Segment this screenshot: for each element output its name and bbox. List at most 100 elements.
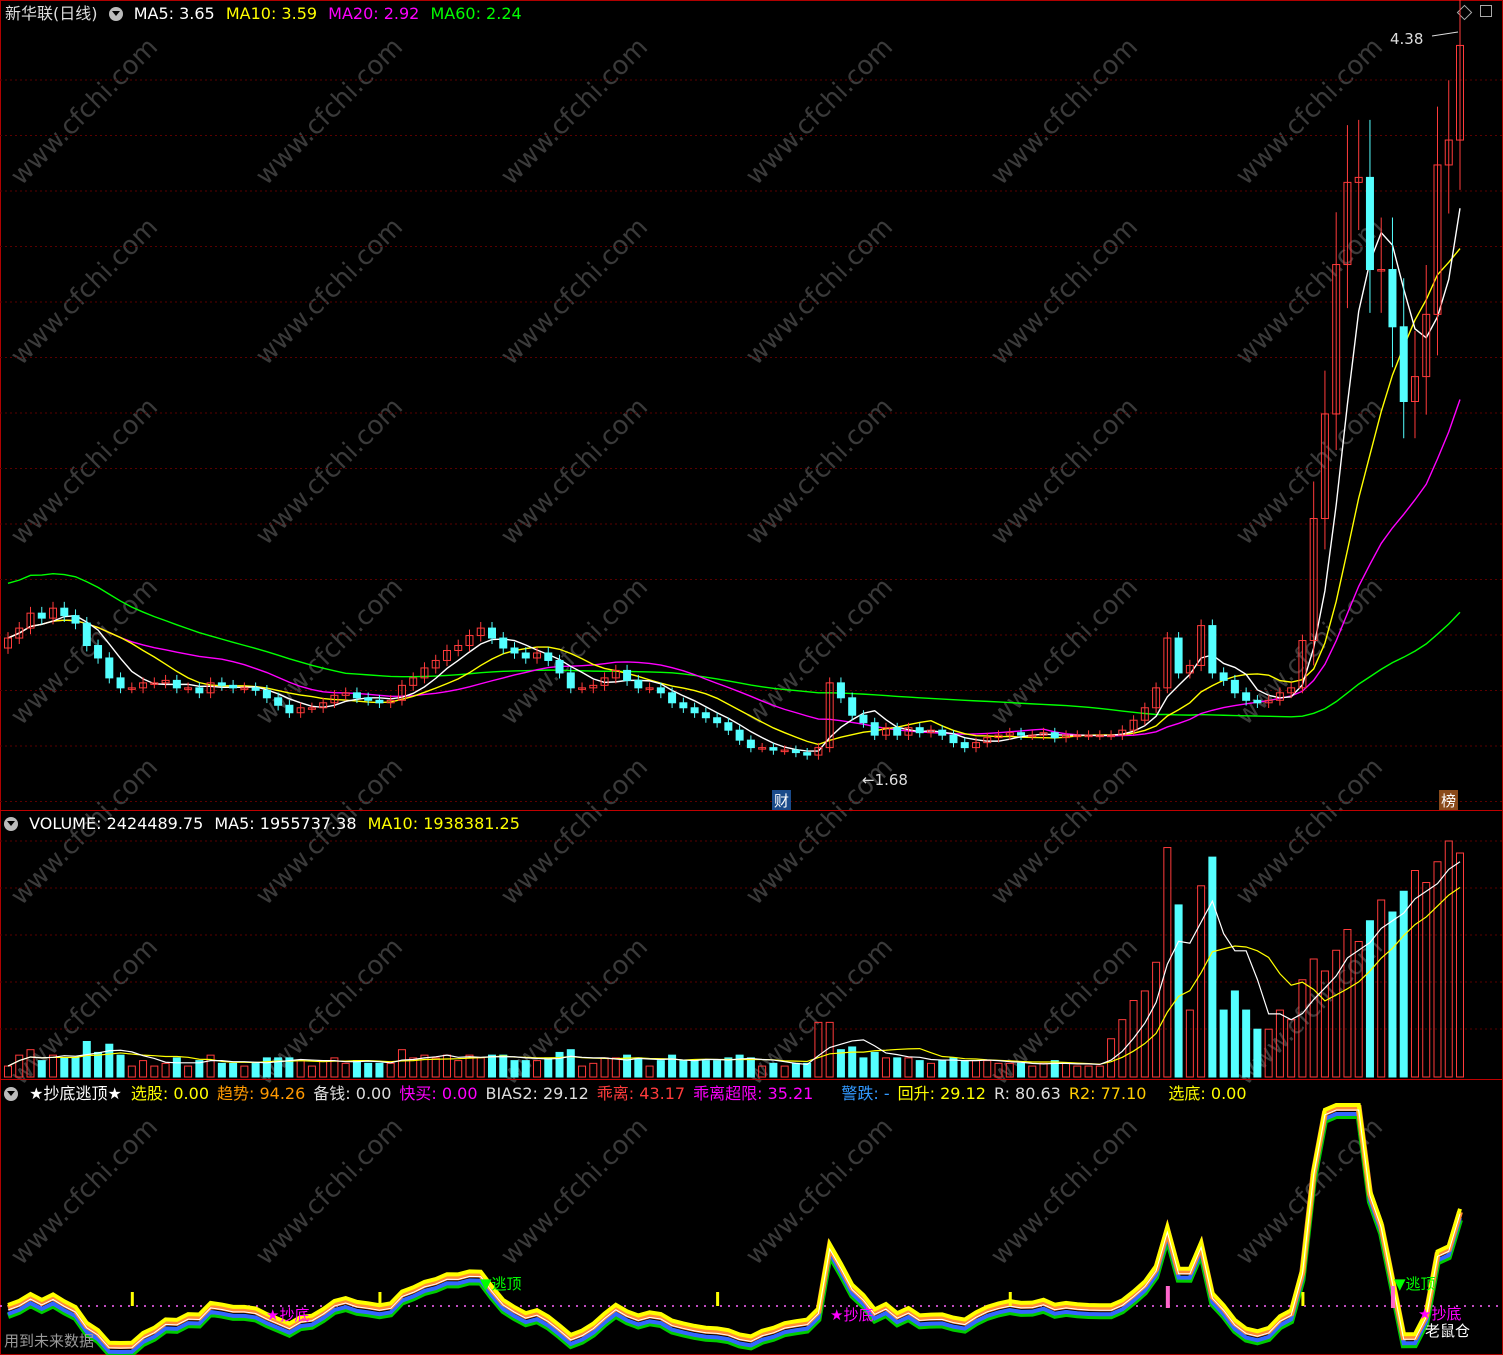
candle-body xyxy=(71,615,80,624)
volume-chart[interactable] xyxy=(0,811,1503,1079)
volume-bar xyxy=(656,1060,665,1078)
signal-bar xyxy=(1301,1292,1305,1306)
volume-bar xyxy=(397,1049,406,1078)
volume-bar xyxy=(26,1049,35,1078)
volume-bar xyxy=(713,1060,722,1078)
candle-body xyxy=(82,622,91,647)
volume-bar xyxy=(172,1057,181,1078)
candle-body xyxy=(893,727,902,736)
volume-bar xyxy=(150,1065,159,1078)
volume-bar xyxy=(94,1051,103,1078)
volume-bar xyxy=(1185,1009,1194,1078)
indicator-values: 选股: 0.00 趋势: 94.26 备钱: 0.00 快买: 0.00 BIAS2: … xyxy=(131,1084,1255,1103)
candle-body xyxy=(836,682,845,699)
volume-bar xyxy=(1242,1009,1251,1078)
indicator-chart[interactable] xyxy=(0,1080,1503,1355)
candle-body xyxy=(60,607,69,617)
volume-bar xyxy=(476,1057,485,1078)
volume-bar xyxy=(859,1057,868,1078)
volume-bar xyxy=(184,1065,193,1078)
candle-body xyxy=(566,672,575,689)
volume-bar xyxy=(600,1057,609,1078)
volume-bar xyxy=(724,1057,733,1078)
volume-bar xyxy=(645,1065,654,1078)
finance-marker[interactable]: 财 xyxy=(772,790,792,811)
volume-bar xyxy=(1230,990,1239,1078)
escape-top-label: ▼逃顶 xyxy=(480,1275,522,1293)
indicator-item: R2: 77.10 xyxy=(1068,1084,1147,1103)
volume-header: VOLUME: 2424489.75 MA5: 1955737.38 MA10:… xyxy=(4,813,526,835)
candle-body xyxy=(1219,672,1228,681)
candle-body xyxy=(195,687,204,694)
indicator-item: 乖离超限: 35.21 xyxy=(693,1084,814,1103)
volume-bar xyxy=(746,1057,755,1078)
volume-bar xyxy=(611,1057,620,1078)
volume-bar xyxy=(127,1065,136,1078)
candle-body xyxy=(172,679,181,689)
candle-body xyxy=(499,637,508,649)
indicator-header: ★抄底逃顶★ 选股: 0.00 趋势: 94.26 备钱: 0.00 快买: 0.00… xyxy=(4,1083,1261,1105)
volume-bar xyxy=(994,1062,1003,1078)
candle-body xyxy=(1208,625,1217,674)
volume-bar xyxy=(679,1060,688,1078)
indicator-item: 回升: 29.12 xyxy=(897,1084,986,1103)
candle-body xyxy=(1174,637,1183,674)
volume-bar xyxy=(1343,929,1352,1078)
indicator-item: BIAS2: 29.12 xyxy=(485,1084,589,1103)
ma5-line xyxy=(7,208,1461,752)
candle-body xyxy=(217,682,226,686)
candle-body xyxy=(949,734,958,744)
volume-bar xyxy=(319,1060,328,1078)
candle-body xyxy=(105,657,114,679)
candle-body xyxy=(701,712,710,719)
indicator-title: ★抄底逃顶★ xyxy=(29,1084,122,1103)
candle-body xyxy=(285,704,294,714)
brand-label: 老鼠仓 xyxy=(1425,1322,1471,1340)
candle-body xyxy=(116,677,125,689)
candle-body xyxy=(1050,732,1059,739)
volume-bar xyxy=(71,1057,80,1078)
volume-bar xyxy=(37,1060,46,1078)
ma10-line xyxy=(7,248,1461,746)
volume-bar xyxy=(488,1054,496,1078)
indicator-item: 备钱: 0.00 xyxy=(313,1084,392,1103)
volume-bar xyxy=(1264,1028,1273,1078)
candle-body xyxy=(510,647,519,654)
candle-body xyxy=(769,747,778,751)
candle-body xyxy=(870,722,879,736)
candle-body xyxy=(262,689,271,699)
volume-bar xyxy=(533,1060,542,1078)
volume-bar xyxy=(690,1060,699,1078)
ranking-marker[interactable]: 榜 xyxy=(1439,790,1459,811)
candle-body xyxy=(94,645,103,659)
candle-body xyxy=(656,687,665,694)
trend-line xyxy=(7,1109,1461,1349)
volume-bar xyxy=(836,1049,845,1078)
volume-bar xyxy=(352,1060,361,1078)
candle-body xyxy=(364,697,373,701)
candle-body xyxy=(352,692,361,699)
candle-body xyxy=(746,739,755,749)
collapse-icon[interactable] xyxy=(4,1087,18,1101)
volume-bar xyxy=(589,1062,598,1078)
candle-body xyxy=(37,612,46,619)
candle-body xyxy=(1230,679,1239,694)
volume-bar xyxy=(296,1060,305,1078)
volume-bar xyxy=(926,1062,935,1078)
volume-bar xyxy=(1039,1062,1048,1078)
candle-body xyxy=(274,697,283,706)
price-chart[interactable] xyxy=(0,0,1503,810)
collapse-icon[interactable] xyxy=(4,817,18,831)
volume-bar xyxy=(1422,882,1431,1078)
low-price-label: ←1.68 xyxy=(862,771,908,789)
volume-bar xyxy=(510,1060,519,1078)
volume-bar xyxy=(881,1057,890,1078)
volume-bar xyxy=(1208,856,1217,1078)
volume-bar xyxy=(454,1060,463,1078)
candle-body xyxy=(1388,269,1397,328)
volume-bar xyxy=(49,1054,58,1078)
candle-body xyxy=(791,749,800,754)
candle-body xyxy=(555,659,564,674)
trend-band-yellow xyxy=(7,1103,1462,1346)
indicator-item: 警跌: - xyxy=(841,1084,890,1103)
